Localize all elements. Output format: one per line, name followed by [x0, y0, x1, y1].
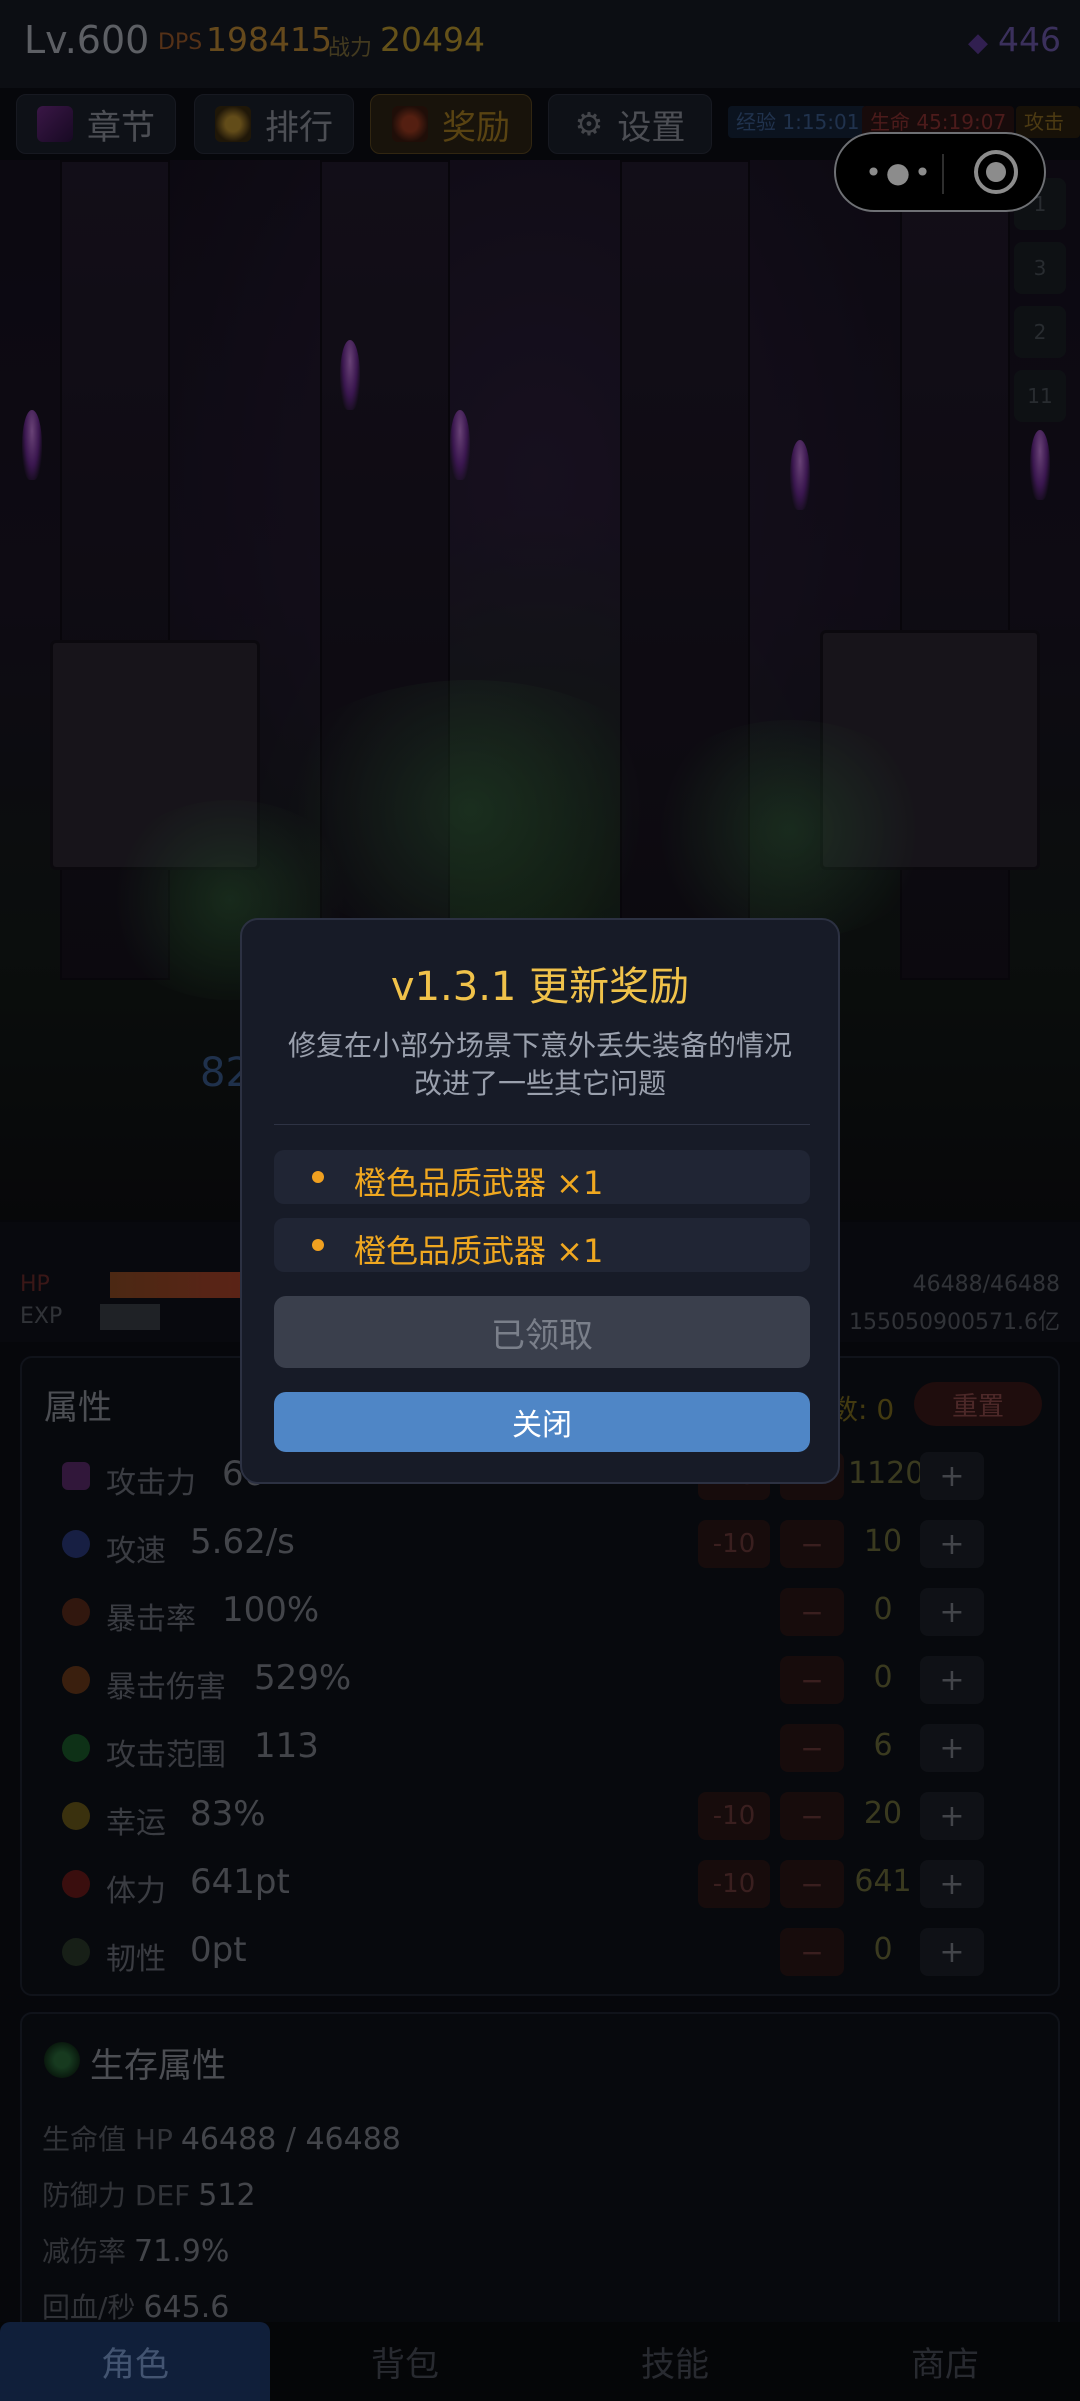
- claimed-button[interactable]: 已领取: [274, 1296, 810, 1368]
- update-reward-dialog: v1.3.1 更新奖励 修复在小部分场景下意外丢失装备的情况 改进了一些其它问题…: [240, 918, 840, 1484]
- dialog-description: 修复在小部分场景下意外丢失装备的情况: [287, 1029, 792, 1062]
- close-button[interactable]: 关闭: [274, 1392, 810, 1452]
- dialog-description: 改进了一些其它问题: [413, 1067, 666, 1100]
- reward-item: 橙色品质武器 ×1: [274, 1218, 810, 1272]
- reward-text: 橙色品质武器 ×1: [354, 1232, 604, 1270]
- bullet-icon: [312, 1171, 324, 1183]
- dialog-title: v1.3.1 更新奖励: [390, 964, 690, 1010]
- reward-text: 橙色品质武器 ×1: [354, 1164, 604, 1202]
- dialog-divider: [274, 1124, 810, 1125]
- bullet-icon: [312, 1239, 324, 1251]
- reward-item: 橙色品质武器 ×1: [274, 1150, 810, 1204]
